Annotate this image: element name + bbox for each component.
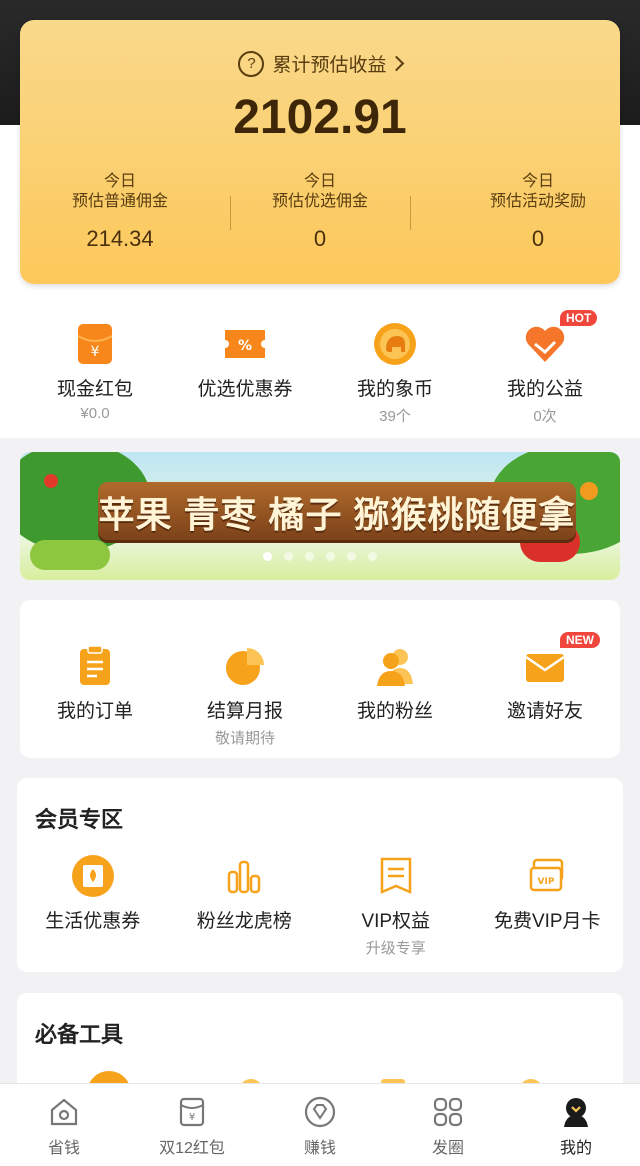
- invite-envelope-icon: [523, 644, 567, 688]
- my-charity[interactable]: HOT 我的公益 0次: [470, 310, 620, 426]
- entry-label: 生活优惠券: [45, 911, 141, 932]
- cumulative-label: 累计预估收益: [272, 55, 387, 76]
- col-value: 0: [313, 226, 327, 251]
- fans-icon: [373, 644, 417, 688]
- monthly-settlement[interactable]: 结算月报 敬请期待: [170, 644, 320, 748]
- fruit-decoration: [580, 482, 598, 500]
- orders-card: 我的订单 结算月报 敬请期待 我的粉丝 NEW 邀请好友: [20, 600, 620, 758]
- entry-label: 结算月报: [206, 701, 283, 722]
- order-list-icon: [73, 644, 117, 688]
- nav-item-moments[interactable]: 发圈: [384, 1084, 512, 1166]
- profile-icon: [560, 1096, 592, 1128]
- col-line2: 预估优选佣金: [271, 193, 368, 210]
- coupon-icon: %: [223, 322, 267, 366]
- today-normal-commission: 今日 预估普通佣金 214.34: [20, 172, 220, 252]
- entry-sub: ¥0.0: [80, 405, 110, 422]
- col-value: 214.34: [86, 226, 154, 251]
- my-elephant-coins[interactable]: 我的象币 39个: [320, 322, 470, 426]
- carousel-dot[interactable]: [326, 552, 335, 561]
- entry-label: 我的象币: [356, 379, 433, 400]
- chevron-right-icon: [388, 55, 404, 72]
- home-save-icon: [48, 1096, 80, 1128]
- entry-sub: 0次: [533, 408, 557, 425]
- entry-label: 邀请好友: [506, 701, 583, 722]
- vip-rights[interactable]: VIP权益 升级专享: [320, 854, 472, 958]
- premium-coupon[interactable]: % 优选优惠券: [170, 322, 320, 426]
- vip-rights-icon: [374, 854, 418, 898]
- entry-sub: 升级专享: [365, 940, 426, 957]
- carousel-dot[interactable]: [305, 552, 314, 561]
- svg-text:¥: ¥: [91, 344, 100, 360]
- entry-label: 我的公益: [506, 379, 583, 400]
- nav-item-mine[interactable]: 我的: [512, 1084, 640, 1166]
- col-line2: 预估活动奖励: [489, 193, 586, 210]
- carousel-dot[interactable]: [368, 552, 377, 561]
- orders-row: 我的订单 结算月报 敬请期待 我的粉丝 NEW 邀请好友: [20, 632, 620, 748]
- diamond-icon: [304, 1096, 336, 1128]
- life-coupon-icon: [71, 854, 115, 898]
- entry-label: 现金红包: [56, 379, 133, 400]
- help-icon[interactable]: ?: [238, 50, 265, 77]
- nav-label: 赚钱: [303, 1140, 336, 1157]
- svg-text:¥: ¥: [189, 1112, 195, 1123]
- nav-item-red-packet[interactable]: ¥ 双12红包: [128, 1084, 256, 1166]
- free-vip-card[interactable]: VIP 免费VIP月卡: [472, 854, 624, 958]
- total-earnings: 2102.91: [233, 91, 407, 144]
- cumulative-earnings-link[interactable]: ? 累计预估收益: [20, 50, 620, 77]
- nav-label: 省钱: [47, 1140, 80, 1157]
- life-coupon[interactable]: 生活优惠券: [17, 854, 169, 958]
- quick-entries: ¥ 现金红包 ¥0.0 % 优选优惠券 我的象币 39个 HOT 我的公益 0次: [20, 310, 620, 426]
- pie-chart-icon: [223, 644, 267, 688]
- svg-text:VIP: VIP: [538, 877, 555, 887]
- entry-label: 免费VIP月卡: [493, 911, 601, 932]
- fans-ranking[interactable]: 粉丝龙虎榜: [169, 854, 321, 958]
- entry-sub: 敬请期待: [214, 730, 275, 747]
- col-value: 0: [531, 226, 545, 251]
- carousel-dots: [20, 548, 620, 566]
- promo-banner[interactable]: 苹果 青枣 橘子 猕猴桃随便拿: [20, 452, 620, 580]
- charity-heart-icon: [523, 322, 567, 366]
- svg-text:%: %: [238, 338, 252, 354]
- banner-slogan: 苹果 青枣 橘子 猕猴桃随便拿: [98, 494, 576, 535]
- grid-icon: [432, 1096, 464, 1128]
- carousel-dot[interactable]: [284, 552, 293, 561]
- today-premium-commission: 今日 预估优选佣金 0: [220, 172, 420, 252]
- today-activity-reward: 今日 预估活动奖励 0: [438, 172, 638, 252]
- section-title: 必备工具: [35, 1022, 124, 1047]
- nav-label: 发圈: [431, 1140, 464, 1157]
- elephant-coin-icon: [373, 322, 417, 366]
- carousel-dot[interactable]: [347, 552, 356, 561]
- entry-sub: 39个: [379, 408, 411, 425]
- bottom-nav: 省钱 ¥ 双12红包 赚钱 发圈 我的: [0, 1083, 640, 1166]
- entry-label: 我的订单: [56, 701, 133, 722]
- tools-card: 必备工具: [17, 993, 623, 1093]
- member-zone-card: 会员专区 生活优惠券 粉丝龙虎榜 VIP权益 升级专享 VIP 免费VIP月卡: [17, 778, 623, 972]
- my-fans[interactable]: 我的粉丝: [320, 644, 470, 748]
- divider: [410, 196, 411, 230]
- section-title: 会员专区: [35, 807, 124, 832]
- col-line1: 今日: [103, 173, 136, 190]
- cash-red-envelope[interactable]: ¥ 现金红包 ¥0.0: [20, 322, 170, 426]
- fruit-decoration: [44, 474, 58, 488]
- carousel-dot[interactable]: [263, 552, 272, 561]
- vip-card-icon: VIP: [525, 854, 569, 898]
- earnings-card[interactable]: ? 累计预估收益 2102.91 今日 预估普通佣金 214.34 今日 预估优选…: [20, 20, 620, 284]
- member-row: 生活优惠券 粉丝龙虎榜 VIP权益 升级专享 VIP 免费VIP月卡: [17, 854, 623, 958]
- nav-item-save[interactable]: 省钱: [0, 1084, 128, 1166]
- col-line2: 预估普通佣金: [71, 193, 168, 210]
- col-line1: 今日: [303, 173, 336, 190]
- red-envelope-icon: ¥: [73, 322, 117, 366]
- entry-label: 粉丝龙虎榜: [196, 911, 292, 932]
- nav-label: 我的: [559, 1140, 592, 1157]
- col-line1: 今日: [521, 173, 554, 190]
- nav-item-earn[interactable]: 赚钱: [256, 1084, 384, 1166]
- bar-ranking-icon: [222, 854, 266, 898]
- entry-label: VIP权益: [361, 911, 431, 932]
- nav-label: 双12红包: [159, 1140, 225, 1157]
- entry-label: 优选优惠券: [197, 379, 293, 400]
- my-orders[interactable]: 我的订单: [20, 644, 170, 748]
- entry-label: 我的粉丝: [356, 701, 433, 722]
- red-packet-icon: ¥: [176, 1096, 208, 1128]
- invite-friends[interactable]: NEW 邀请好友: [470, 632, 620, 748]
